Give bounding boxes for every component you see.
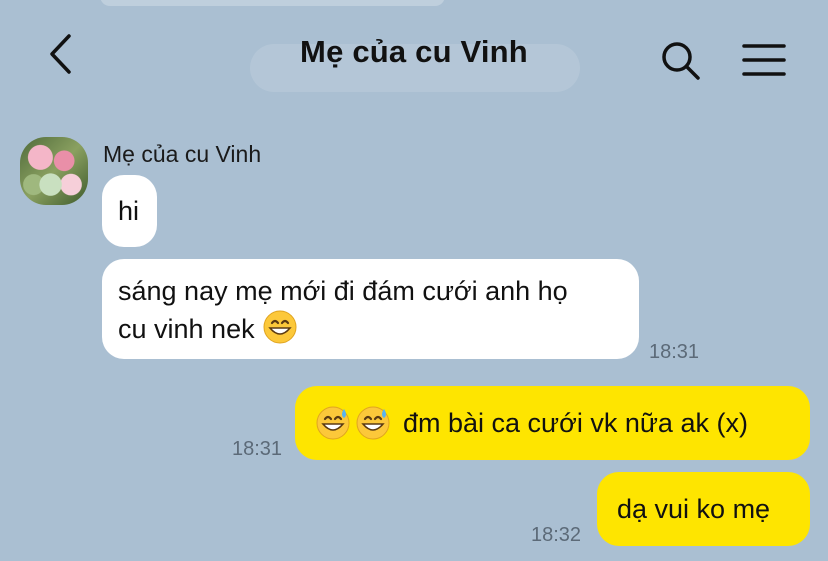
sender-name: Mẹ của cu Vinh — [103, 141, 262, 167]
search-button[interactable] — [660, 40, 702, 82]
menu-icon — [742, 44, 786, 76]
message-timestamp: 18:31 — [232, 438, 283, 460]
avatar[interactable] — [20, 137, 88, 205]
message-bubble-incoming[interactable]: sáng nay mẹ mới đi đám cưới anh họ cu vi… — [102, 259, 639, 359]
message-text-line: cu vinh nek — [118, 314, 255, 344]
search-icon — [662, 42, 700, 80]
chat-header: Mẹ của cu Vinh — [0, 0, 828, 110]
message-bubble-outgoing[interactable]: dạ vui ko mẹ — [597, 472, 810, 546]
message-timestamp: 18:32 — [531, 524, 582, 546]
grinning-sweat-face-emoji-icon — [316, 406, 350, 440]
message-text: đm bài ca cưới vk nữa ak (x) — [403, 407, 748, 438]
grinning-face-emoji-icon — [263, 310, 297, 344]
message-timestamp: 18:31 — [649, 341, 700, 363]
message-text: hi — [118, 195, 140, 226]
message-text: dạ vui ko mẹ — [617, 493, 771, 524]
message-text-line: sáng nay mẹ mới đi đám cưới anh họ — [118, 276, 568, 306]
grinning-sweat-face-emoji-icon — [356, 406, 390, 440]
message-bubble-incoming[interactable]: hi — [102, 175, 157, 247]
menu-button[interactable] — [740, 40, 788, 80]
chat-title: Mẹ của cu Vinh — [300, 34, 528, 69]
message-bubble-outgoing[interactable]: đm bài ca cưới vk nữa ak (x) — [295, 386, 810, 460]
